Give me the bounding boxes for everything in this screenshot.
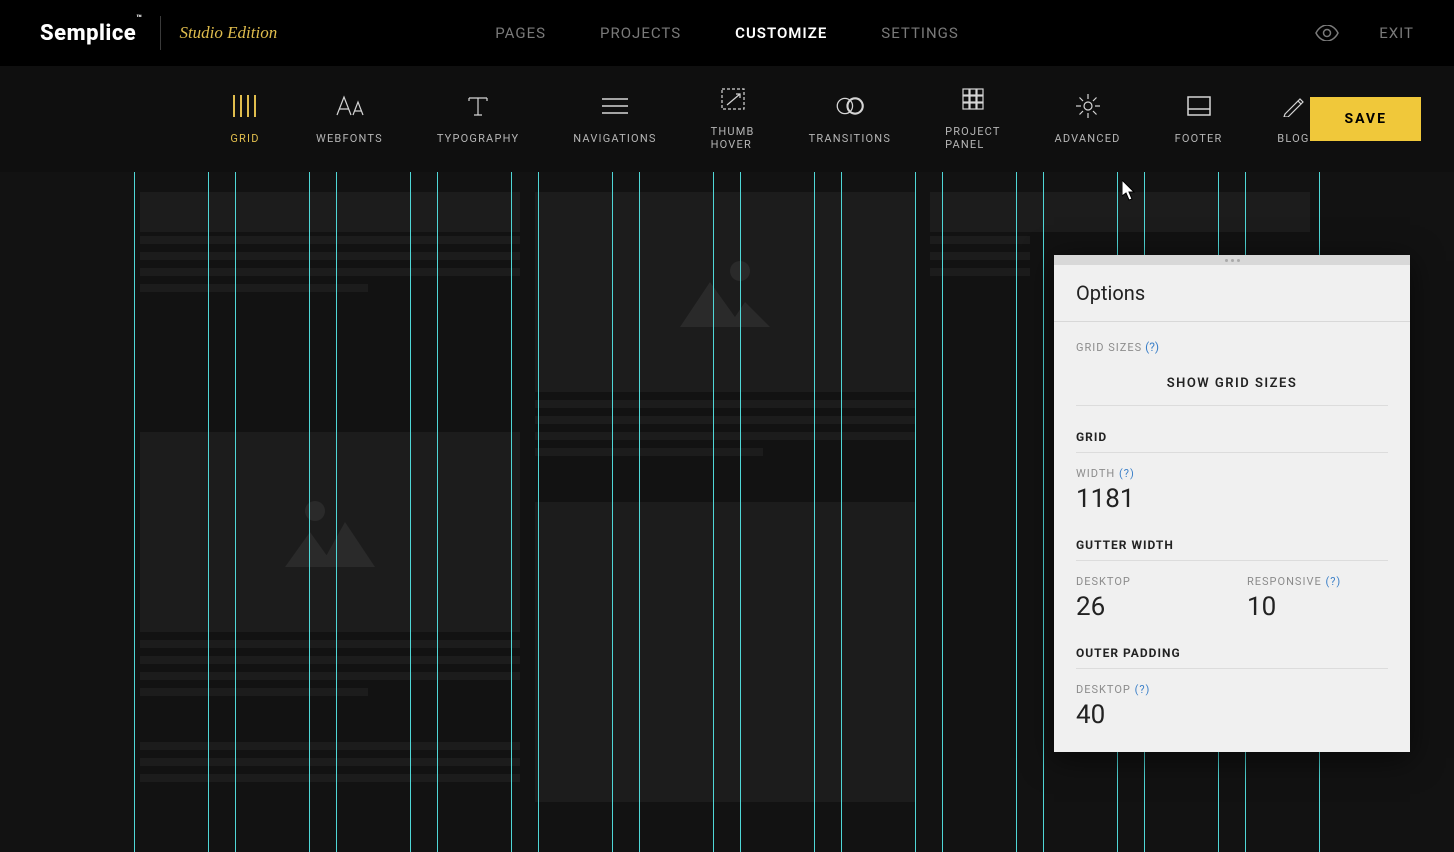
save-button[interactable]: SAVE	[1310, 97, 1421, 141]
app-logo[interactable]: Semplice™	[40, 21, 142, 46]
gutter-responsive-help[interactable]: (?)	[1325, 575, 1341, 588]
tool-navigations-label: NAVIGATIONS	[573, 132, 656, 145]
tool-webfonts-label: WEBFONTS	[316, 132, 383, 145]
width-label: WIDTH	[1076, 467, 1115, 480]
logo-group: Semplice™ Studio Edition	[40, 16, 277, 50]
tool-typography-label: TYPOGRAPHY	[437, 132, 519, 145]
tool-transitions[interactable]: TRANSITIONS	[809, 94, 891, 145]
footer-icon	[1182, 94, 1216, 118]
tool-footer[interactable]: FOOTER	[1175, 94, 1223, 145]
options-panel: Options GRID SIZES (?) SHOW GRID SIZES G…	[1054, 255, 1410, 752]
project-panel-icon	[956, 87, 990, 111]
edition-label: Studio Edition	[179, 23, 277, 43]
section-gutter: GUTTER WIDTH	[1076, 538, 1388, 561]
advanced-icon	[1071, 94, 1105, 118]
tool-project-panel-label: PROJECT PANEL	[945, 125, 1000, 151]
grid-sizes-help[interactable]: (?)	[1145, 340, 1159, 354]
nav-pages[interactable]: PAGES	[495, 24, 546, 42]
thumb-hover-icon	[716, 87, 750, 111]
tool-grid[interactable]: GRID	[228, 94, 262, 145]
tool-typography[interactable]: TYPOGRAPHY	[437, 94, 519, 145]
top-header: Semplice™ Studio Edition PAGES PROJECTS …	[0, 0, 1454, 66]
header-right: EXIT	[1315, 24, 1414, 42]
tool-advanced[interactable]: ADVANCED	[1054, 94, 1120, 145]
section-outer-padding: OUTER PADDING	[1076, 646, 1388, 669]
preview-icon[interactable]	[1315, 25, 1339, 41]
navigations-icon	[598, 94, 632, 118]
outer-desktop-value[interactable]: 40	[1076, 700, 1388, 730]
typography-icon	[461, 94, 495, 118]
nav-customize[interactable]: CUSTOMIZE	[735, 24, 827, 42]
gutter-desktop-label: DESKTOP	[1076, 575, 1217, 588]
webfonts-icon	[332, 94, 366, 118]
width-help[interactable]: (?)	[1119, 467, 1135, 480]
logo-tm: ™	[136, 14, 142, 24]
width-value[interactable]: 1181	[1076, 484, 1388, 514]
tool-project-panel[interactable]: PROJECT PANEL	[945, 87, 1000, 151]
tool-grid-label: GRID	[230, 132, 259, 145]
grid-sizes-label: GRID SIZES	[1076, 341, 1142, 354]
tool-advanced-label: ADVANCED	[1054, 132, 1120, 145]
gutter-responsive-value[interactable]: 10	[1247, 592, 1388, 622]
logo-text: Semplice	[40, 21, 136, 46]
customize-toolbar: GRID WEBFONTS TYPOGRAPHY NAVIGATIONS THU…	[0, 66, 1454, 172]
grid-columns-icon	[228, 94, 262, 118]
section-grid: GRID	[1076, 430, 1388, 453]
transitions-icon	[833, 94, 867, 118]
gutter-responsive-label: RESPONSIVE	[1247, 575, 1322, 588]
panel-title: Options	[1054, 265, 1410, 322]
tool-webfonts[interactable]: WEBFONTS	[316, 94, 383, 145]
tool-blog[interactable]: BLOG	[1276, 94, 1310, 145]
tool-blog-label: BLOG	[1277, 132, 1309, 145]
main-nav: PAGES PROJECTS CUSTOMIZE SETTINGS	[495, 24, 959, 42]
exit-link[interactable]: EXIT	[1379, 24, 1414, 42]
gutter-desktop-value[interactable]: 26	[1076, 592, 1217, 622]
tool-transitions-label: TRANSITIONS	[809, 132, 891, 145]
nav-settings[interactable]: SETTINGS	[881, 24, 959, 42]
tool-footer-label: FOOTER	[1175, 132, 1223, 145]
show-grid-sizes-button[interactable]: SHOW GRID SIZES	[1076, 362, 1388, 406]
panel-body: GRID SIZES (?) SHOW GRID SIZES GRID WIDT…	[1054, 322, 1410, 752]
tool-navigations[interactable]: NAVIGATIONS	[573, 94, 656, 145]
blog-icon	[1276, 94, 1310, 118]
panel-drag-handle[interactable]	[1054, 255, 1410, 265]
tool-thumb-hover-label: THUMB HOVER	[711, 125, 755, 151]
logo-divider	[160, 16, 161, 50]
tool-thumb-hover[interactable]: THUMB HOVER	[711, 87, 755, 151]
nav-projects[interactable]: PROJECTS	[600, 24, 681, 42]
outer-desktop-help[interactable]: (?)	[1135, 683, 1151, 696]
outer-desktop-label: DESKTOP	[1076, 683, 1131, 696]
